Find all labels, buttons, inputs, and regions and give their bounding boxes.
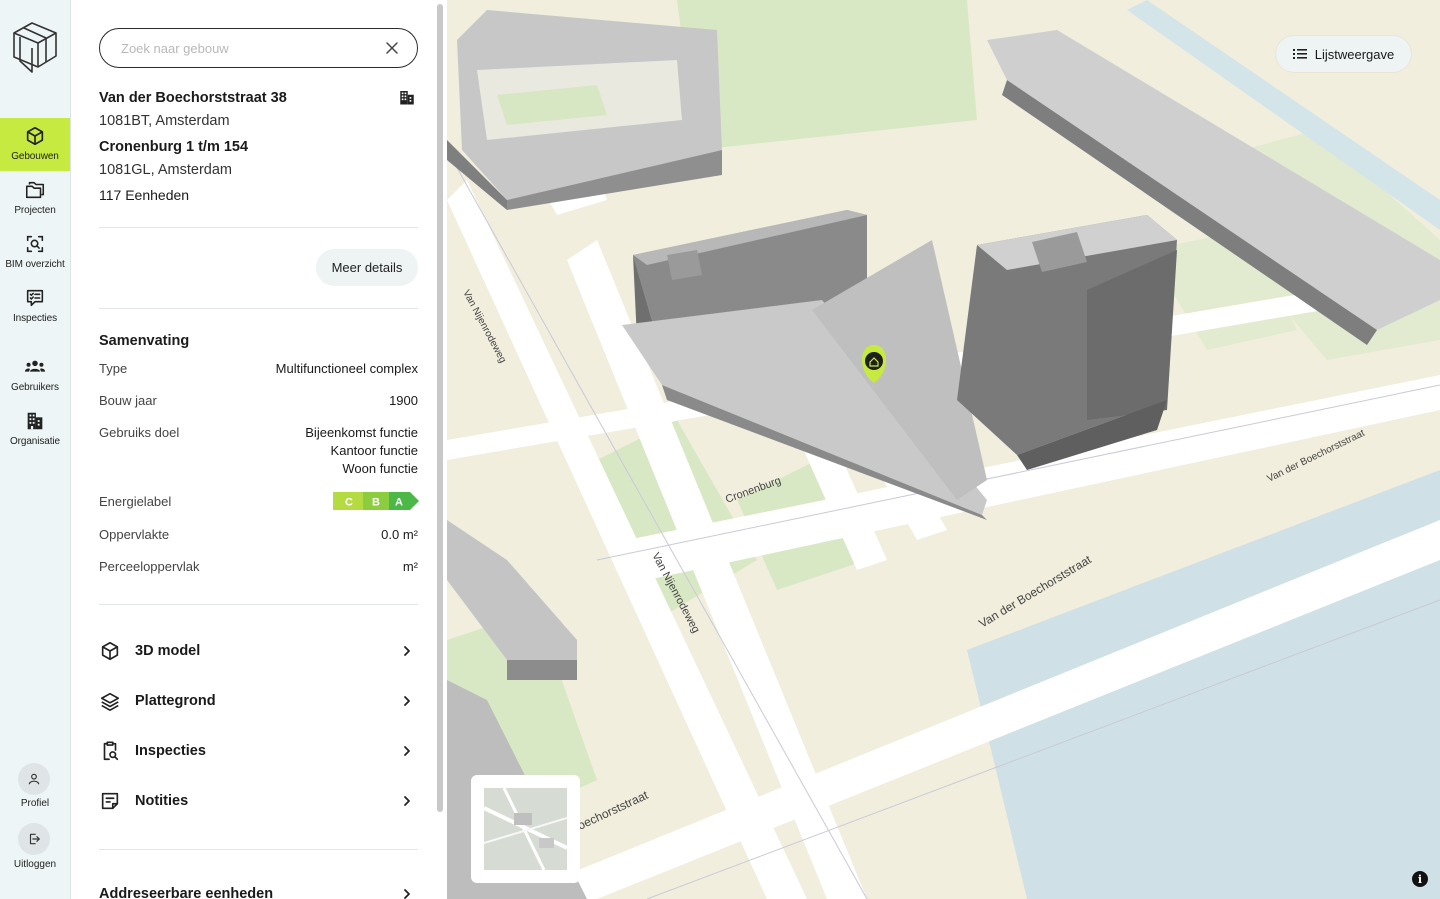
nav-label: Gebruikers (11, 382, 59, 393)
nav-item-inspecties[interactable]: Inspecties (0, 280, 70, 333)
use-value-2: Kantoor functie (330, 443, 418, 458)
list-view-button[interactable]: Lijstweergave (1276, 36, 1411, 72)
address-city-2: 1081GL, Amsterdam (99, 162, 232, 178)
users-icon (24, 360, 46, 372)
user-icon (28, 773, 40, 785)
area-label: Oppervlakte (99, 527, 170, 542)
nav-rail: Gebouwen Projecten BIM overzicht Inspect… (0, 0, 71, 899)
energy-label: Energielabel (99, 494, 172, 509)
search-input[interactable] (121, 40, 371, 56)
chevron-right-icon (404, 889, 410, 899)
logout-icon (29, 833, 40, 845)
nav-item-bim-overzicht[interactable]: BIM overzicht (0, 226, 70, 279)
energy-class-a-text: A (395, 497, 403, 509)
area-value: 0.0 m² (381, 527, 418, 542)
logout-button[interactable] (18, 823, 50, 855)
clipboard-search-icon (103, 741, 119, 761)
nav-label: BIM overzicht (5, 259, 65, 270)
chevron-right-icon (404, 696, 410, 706)
cube-icon (26, 126, 44, 146)
use-value-3: Woon functie (342, 461, 418, 476)
nav-item-projecten[interactable]: Projecten (0, 172, 70, 225)
scan-icon (26, 235, 44, 253)
link-3d-model[interactable]: 3D model (99, 634, 418, 668)
list-view-label: Lijstweergave (1314, 46, 1395, 62)
note-icon (101, 792, 119, 810)
units-count: 117 Eenheden (99, 187, 190, 203)
panel-scrollbar[interactable] (437, 4, 443, 812)
building-detail-panel: Van der Boechorststraat 38 1081BT, Amste… (71, 0, 447, 899)
checklist-icon (26, 289, 44, 307)
energy-class-b-text: B (372, 497, 380, 509)
nav-label: Gebouwen (11, 151, 59, 162)
divider (99, 308, 418, 309)
link-addreseerbare-eenheden[interactable]: Addreseerbare eenheden (99, 877, 418, 899)
map-view[interactable]: Van Nijenrodeweg Van Nijenrodeweg Cronen… (447, 0, 1440, 899)
cube-icon (101, 641, 119, 661)
logout-label: Uitloggen (13, 859, 57, 870)
link-label: Inspecties (135, 743, 206, 759)
folders-icon (25, 181, 45, 199)
app-logo-icon[interactable] (10, 20, 60, 76)
profile-button[interactable] (18, 763, 50, 795)
address-street-1: Van der Boechorststraat 38 (99, 90, 287, 106)
year-value: 1900 (389, 393, 418, 408)
plot-label: Perceeloppervlak (99, 559, 200, 574)
nav-label: Inspecties (12, 313, 58, 324)
building-icon (400, 91, 414, 105)
type-value: Multifunctioneel complex (275, 361, 418, 376)
divider (99, 604, 418, 605)
link-label: Addreseerbare eenheden (99, 886, 274, 899)
energy-class-c-text: C (345, 497, 353, 509)
link-notities[interactable]: Notities (99, 784, 418, 818)
energy-class-a (389, 492, 419, 510)
building-icon (27, 412, 43, 430)
plot-value: m² (402, 559, 418, 574)
address-city-1: 1081BT, Amsterdam (99, 113, 230, 129)
link-label: Plattegrond (135, 693, 216, 709)
close-icon[interactable] (385, 41, 399, 55)
link-label: 3D model (135, 643, 201, 659)
nav-item-organisatie[interactable]: Organisatie (0, 403, 70, 456)
link-plattegrond[interactable]: Plattegrond (99, 684, 418, 718)
minimap[interactable] (471, 775, 580, 883)
search-box (99, 28, 418, 68)
chevron-right-icon (404, 646, 410, 656)
chevron-right-icon (404, 796, 410, 806)
nav-item-gebouwen[interactable]: Gebouwen (0, 118, 70, 171)
info-icon[interactable]: i (1412, 871, 1428, 887)
nav-item-gebruikers[interactable]: Gebruikers (0, 349, 70, 402)
nav-label: Projecten (14, 205, 56, 216)
use-value-1: Bijeenkomst functie (305, 425, 418, 440)
summary-title: Samenvating (99, 333, 190, 349)
address-street-2: Cronenburg 1 t/m 154 (99, 139, 249, 155)
link-label: Notities (135, 793, 189, 809)
year-label: Bouw jaar (99, 393, 157, 408)
energy-label-badge: C B A (333, 492, 419, 510)
divider (99, 227, 418, 228)
divider (99, 849, 418, 850)
meer-details-button[interactable]: Meer details (316, 249, 418, 286)
nav-label: Organisatie (9, 436, 61, 447)
profile-label: Profiel (20, 798, 50, 809)
use-label: Gebruiks doel (99, 425, 180, 440)
layers-icon (100, 692, 120, 711)
map-canvas[interactable]: Van Nijenrodeweg Van Nijenrodeweg Cronen… (447, 0, 1440, 899)
link-inspecties[interactable]: Inspecties (99, 734, 418, 768)
chevron-right-icon (404, 746, 410, 756)
minimap-preview (484, 788, 567, 870)
type-label: Type (99, 361, 128, 376)
list-icon (1292, 49, 1307, 59)
